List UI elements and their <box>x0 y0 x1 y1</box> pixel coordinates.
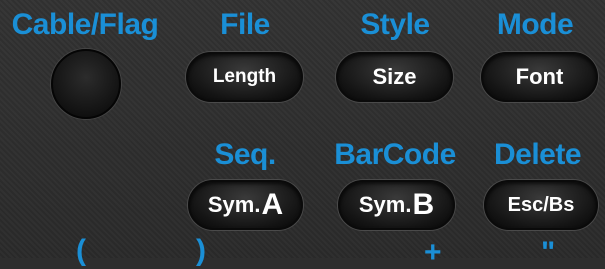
sym-a-prefix: Sym. <box>207 192 261 217</box>
esc-bs-key[interactable]: Esc/Bs <box>484 180 598 230</box>
size-key[interactable]: Size <box>336 52 453 102</box>
plus-label: + <box>424 236 442 269</box>
label-seq: Seq. <box>214 138 276 171</box>
font-key[interactable]: Font <box>481 52 598 102</box>
label-delete: Delete <box>493 138 582 171</box>
label-cable-flag: Cable/Flag <box>11 8 159 41</box>
label-style: Style <box>360 8 430 41</box>
length-key[interactable]: Length <box>186 52 303 102</box>
sym-a-key[interactable]: Sym. A <box>188 180 303 230</box>
keyboard-panel: Cable/Flag File Style Mode Length Size F… <box>0 0 605 268</box>
label-barcode: BarCode <box>334 138 456 171</box>
sym-a-letter: A <box>261 188 284 221</box>
font-key-label: Font <box>515 64 564 89</box>
label-file: File <box>220 8 270 41</box>
sym-b-letter: B <box>412 188 435 221</box>
cable-flag-button[interactable] <box>51 49 121 119</box>
length-key-label: Length <box>212 66 277 87</box>
label-mode: Mode <box>496 8 574 41</box>
paren-close-label: ) <box>196 234 206 267</box>
quote-label: " <box>541 236 556 269</box>
size-key-label: Size <box>372 64 417 89</box>
esc-bs-key-label: Esc/Bs <box>507 193 575 216</box>
paren-open-label: ( <box>76 234 86 267</box>
sym-b-prefix: Sym. <box>358 192 412 217</box>
sym-b-key[interactable]: Sym. B <box>338 180 455 230</box>
